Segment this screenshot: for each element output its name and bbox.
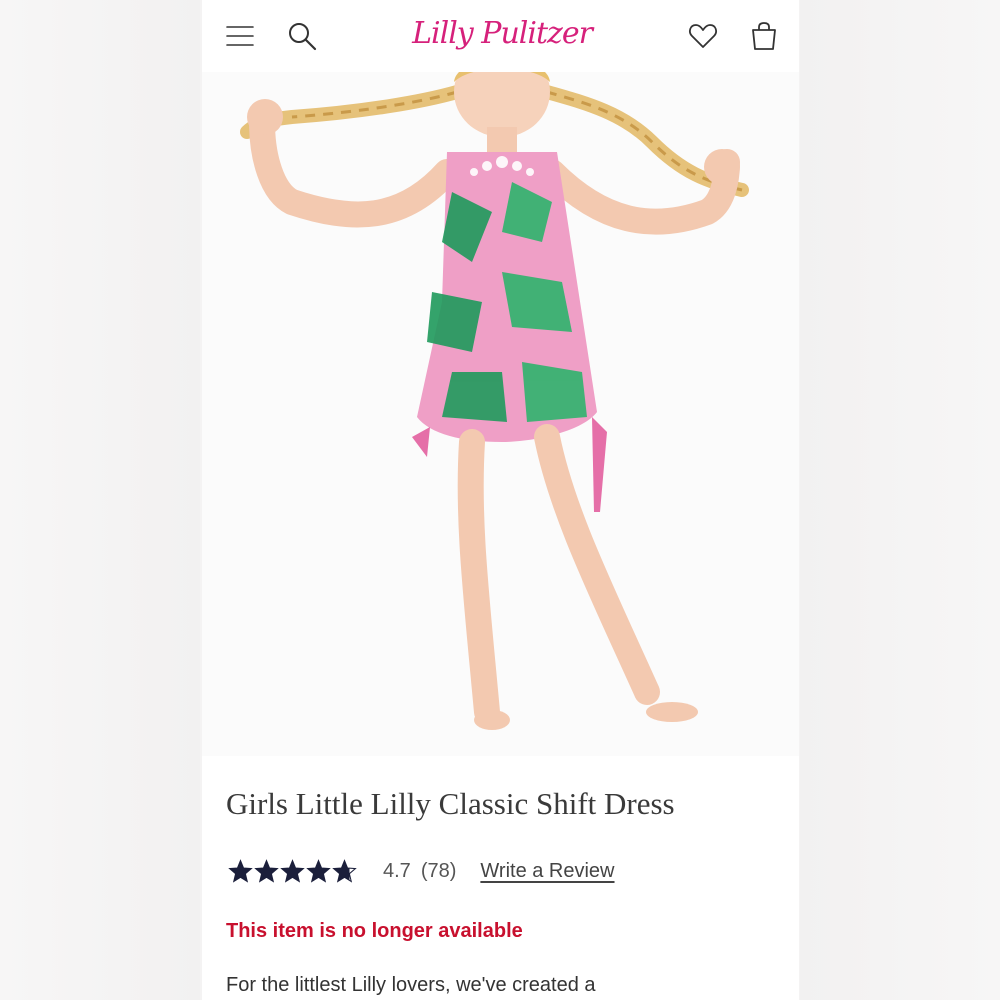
- search-icon[interactable]: [286, 20, 318, 52]
- star-icon: [254, 858, 279, 883]
- product-image[interactable]: [202, 72, 799, 756]
- rating-value: 4.7: [383, 859, 411, 882]
- left-backdrop: [0, 0, 200, 1000]
- brand-logo[interactable]: Lilly Pulitzer: [412, 14, 593, 54]
- star-icon: [280, 858, 305, 883]
- star-icon: [332, 858, 357, 883]
- review-count: (78): [420, 859, 457, 882]
- write-review-link[interactable]: Write a Review: [480, 860, 614, 883]
- site-header: Lilly Pulitzer: [202, 0, 799, 72]
- star-rating[interactable]: [228, 858, 357, 884]
- menu-icon[interactable]: [224, 20, 256, 52]
- rating-row: 4.7 (78) Write a Review: [228, 856, 615, 886]
- star-icon: [228, 858, 253, 883]
- bag-icon[interactable]: [748, 20, 780, 52]
- star-icon: [306, 858, 331, 883]
- product-info: Girls Little Lilly Classic Shift Dress 4…: [202, 756, 799, 1000]
- heart-icon[interactable]: [687, 20, 719, 52]
- phone-screen: Lilly Pulitzer Girls Little Lilly Classi…: [202, 0, 799, 1000]
- product-description: For the littlest Lilly lovers, we've cre…: [226, 974, 596, 996]
- availability-message: This item is no longer available: [226, 920, 523, 942]
- right-backdrop: [800, 0, 1000, 1000]
- product-title: Girls Little Lilly Classic Shift Dress: [226, 786, 675, 821]
